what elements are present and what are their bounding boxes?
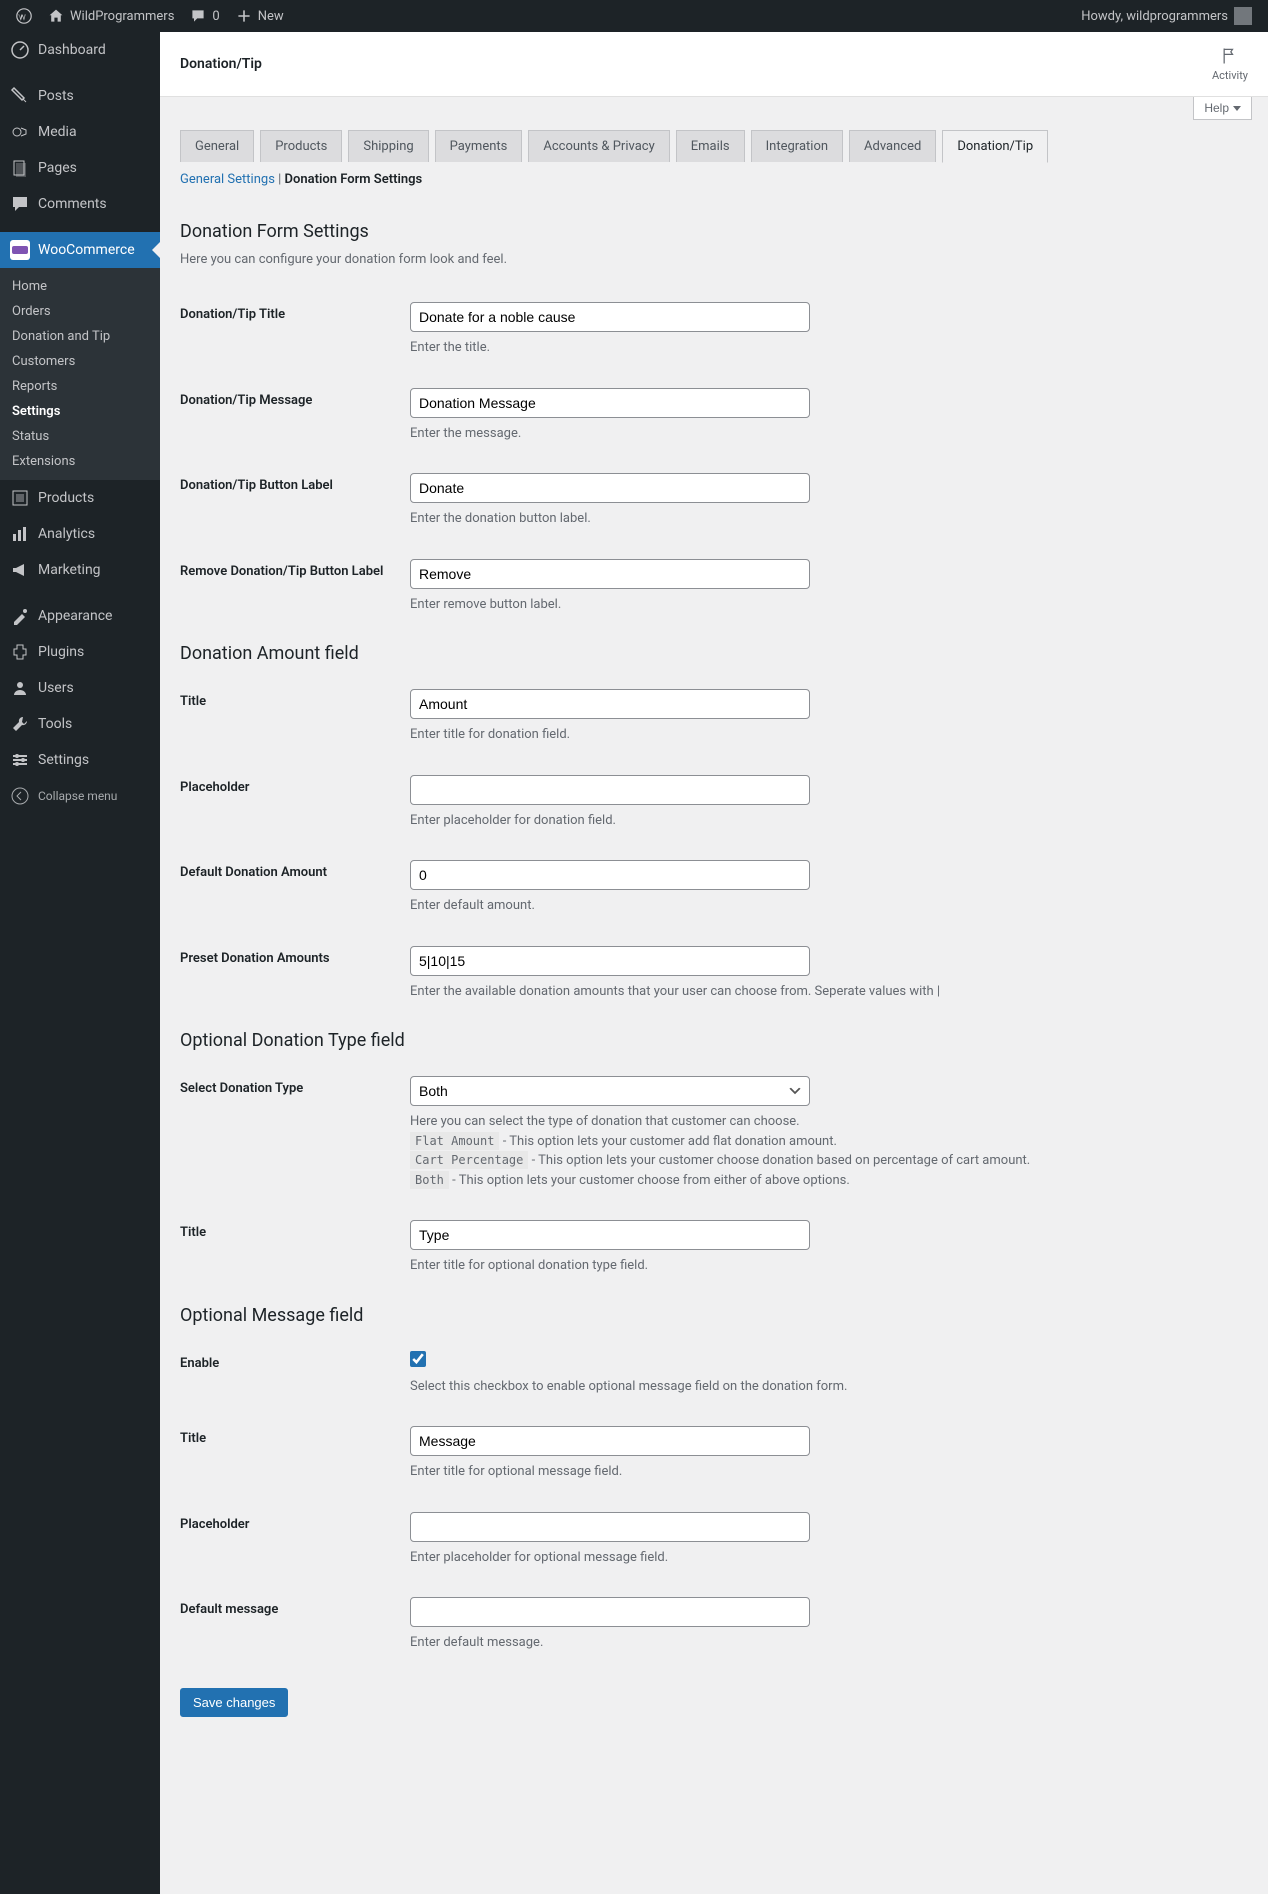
- help-msg-title: Enter title for optional message field.: [410, 1462, 1238, 1482]
- label-message: Donation/Tip Message: [180, 373, 400, 459]
- wp-logo[interactable]: [8, 0, 40, 32]
- label-dtype: Select Donation Type: [180, 1061, 400, 1205]
- submenu-reports[interactable]: Reports: [0, 374, 160, 399]
- save-button[interactable]: Save changes: [180, 1688, 288, 1717]
- help-amt-ph: Enter placeholder for donation field.: [410, 811, 1238, 831]
- input-preset[interactable]: [410, 946, 810, 976]
- input-msg-title[interactable]: [410, 1426, 810, 1456]
- help-removebtn: Enter remove button label.: [410, 595, 1238, 615]
- input-msg-ph[interactable]: [410, 1512, 810, 1542]
- input-title[interactable]: [410, 302, 810, 332]
- chevron-down-icon: [1233, 106, 1241, 111]
- label-msg-default: Default message: [180, 1582, 400, 1668]
- help-button[interactable]: Help: [1193, 97, 1252, 120]
- page-title: Donation/Tip: [180, 56, 262, 72]
- submenu-orders[interactable]: Orders: [0, 299, 160, 324]
- input-amt-default[interactable]: [410, 860, 810, 890]
- menu-posts[interactable]: Posts: [0, 78, 160, 114]
- menu-products[interactable]: Products: [0, 480, 160, 516]
- activity-button[interactable]: Activity: [1212, 46, 1248, 82]
- label-removebtn: Remove Donation/Tip Button Label: [180, 544, 400, 630]
- site-name[interactable]: WildProgrammers: [40, 0, 182, 32]
- help-title: Enter the title.: [410, 338, 1238, 358]
- menu-tools[interactable]: Tools: [0, 706, 160, 742]
- tab-accounts[interactable]: Accounts & Privacy: [528, 130, 669, 162]
- help-preset: Enter the available donation amounts tha…: [410, 982, 1238, 1002]
- label-msg-enable: Enable: [180, 1336, 400, 1412]
- tab-products[interactable]: Products: [260, 130, 342, 162]
- subnav-general[interactable]: General Settings: [180, 172, 275, 187]
- help-msg-default: Enter default message.: [410, 1633, 1238, 1653]
- section-msg-title: Optional Message field: [180, 1305, 1248, 1326]
- section-type-title: Optional Donation Type field: [180, 1030, 1248, 1051]
- settings-tabs: General Products Shipping Payments Accou…: [160, 120, 1268, 162]
- tab-integration[interactable]: Integration: [751, 130, 843, 162]
- label-title: Donation/Tip Title: [180, 287, 400, 373]
- submenu-status[interactable]: Status: [0, 424, 160, 449]
- select-dtype[interactable]: Both: [410, 1076, 810, 1106]
- menu-users[interactable]: Users: [0, 670, 160, 706]
- subnav-current: Donation Form Settings: [285, 172, 423, 187]
- tab-shipping[interactable]: Shipping: [348, 130, 428, 162]
- menu-comments[interactable]: Comments: [0, 186, 160, 222]
- help-message: Enter the message.: [410, 424, 1238, 444]
- submenu-home[interactable]: Home: [0, 274, 160, 299]
- help-dtype: Here you can select the type of donation…: [410, 1112, 1238, 1190]
- help-dtype-title: Enter title for optional donation type f…: [410, 1256, 1238, 1276]
- menu-collapse[interactable]: Collapse menu: [0, 778, 160, 814]
- howdy[interactable]: Howdy, wildprogrammers: [1073, 0, 1260, 32]
- tab-donation[interactable]: Donation/Tip: [942, 130, 1048, 163]
- page-header: Donation/Tip Activity: [160, 32, 1268, 97]
- input-message[interactable]: [410, 388, 810, 418]
- submenu-settings[interactable]: Settings: [0, 399, 160, 424]
- section-form-desc: Here you can configure your donation for…: [180, 252, 1248, 267]
- submenu-donation[interactable]: Donation and Tip: [0, 324, 160, 349]
- tab-payments[interactable]: Payments: [435, 130, 523, 162]
- menu-settings[interactable]: Settings: [0, 742, 160, 778]
- menu-marketing[interactable]: Marketing: [0, 552, 160, 588]
- help-msg-enable: Select this checkbox to enable optional …: [410, 1377, 1238, 1397]
- input-removebtn[interactable]: [410, 559, 810, 589]
- label-amt-default: Default Donation Amount: [180, 845, 400, 931]
- sub-nav: General Settings | Donation Form Setting…: [160, 162, 1268, 197]
- tab-advanced[interactable]: Advanced: [849, 130, 936, 162]
- submenu-extensions[interactable]: Extensions: [0, 449, 160, 474]
- tab-emails[interactable]: Emails: [676, 130, 745, 162]
- flag-icon: [1220, 46, 1240, 66]
- section-form-title: Donation Form Settings: [180, 221, 1248, 242]
- label-dtype-title: Title: [180, 1205, 400, 1291]
- admin-menu: Dashboard Posts Media Pages Comments Woo…: [0, 32, 160, 1894]
- input-dtype-title[interactable]: [410, 1220, 810, 1250]
- checkbox-msg-enable[interactable]: [410, 1351, 426, 1367]
- menu-analytics[interactable]: Analytics: [0, 516, 160, 552]
- help-amt-default: Enter default amount.: [410, 896, 1238, 916]
- menu-plugins[interactable]: Plugins: [0, 634, 160, 670]
- comments-link[interactable]: 0: [182, 0, 227, 32]
- menu-appearance[interactable]: Appearance: [0, 598, 160, 634]
- label-msg-title: Title: [180, 1411, 400, 1497]
- input-msg-default[interactable]: [410, 1597, 810, 1627]
- tab-general[interactable]: General: [180, 130, 254, 162]
- submenu-customers[interactable]: Customers: [0, 349, 160, 374]
- label-amt-title: Title: [180, 674, 400, 760]
- label-amt-ph: Placeholder: [180, 760, 400, 846]
- menu-pages[interactable]: Pages: [0, 150, 160, 186]
- menu-media[interactable]: Media: [0, 114, 160, 150]
- new-content[interactable]: New: [228, 0, 292, 32]
- help-btnlabel: Enter the donation button label.: [410, 509, 1238, 529]
- label-btnlabel: Donation/Tip Button Label: [180, 458, 400, 544]
- input-btnlabel[interactable]: [410, 473, 810, 503]
- help-msg-ph: Enter placeholder for optional message f…: [410, 1548, 1238, 1568]
- label-preset: Preset Donation Amounts: [180, 931, 400, 1017]
- label-msg-ph: Placeholder: [180, 1497, 400, 1583]
- help-amt-title: Enter title for donation field.: [410, 725, 1238, 745]
- section-amount-title: Donation Amount field: [180, 643, 1248, 664]
- input-amt-title[interactable]: [410, 689, 810, 719]
- menu-woocommerce[interactable]: WooCommerce: [0, 232, 160, 268]
- woo-submenu: Home Orders Donation and Tip Customers R…: [0, 268, 160, 480]
- menu-dashboard[interactable]: Dashboard: [0, 32, 160, 68]
- input-amt-ph[interactable]: [410, 775, 810, 805]
- avatar-icon: [1234, 7, 1252, 25]
